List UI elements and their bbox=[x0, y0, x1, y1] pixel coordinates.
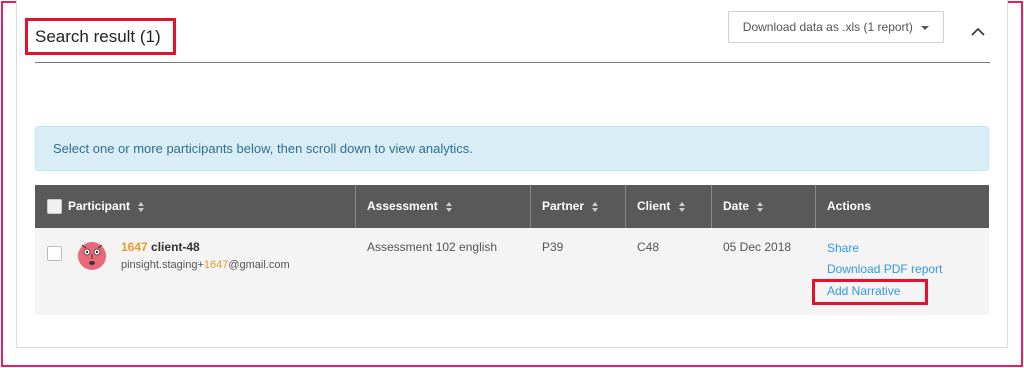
sort-icon[interactable] bbox=[445, 201, 453, 213]
column-label-participant: Participant bbox=[68, 199, 131, 213]
select-all-checkbox[interactable] bbox=[47, 199, 62, 214]
row-checkbox[interactable] bbox=[47, 246, 62, 261]
table-header: Participant Assessment Partner Client Da… bbox=[35, 185, 989, 228]
participant-email: pinsight.staging+1647@gmail.com bbox=[121, 259, 290, 271]
table-row: 1647 client-48 pinsight.staging+1647@gma… bbox=[35, 228, 989, 315]
sort-icon[interactable] bbox=[756, 201, 764, 213]
share-link[interactable]: Share bbox=[827, 241, 859, 255]
email-id: 1647 bbox=[203, 259, 229, 271]
download-xls-button[interactable]: Download data as .xls (1 report) bbox=[728, 11, 944, 43]
column-header-client[interactable]: Client bbox=[626, 185, 712, 228]
add-narrative-link[interactable]: Add Narrative bbox=[827, 284, 900, 298]
download-xls-label: Download data as .xls (1 report) bbox=[742, 20, 913, 34]
sort-icon[interactable] bbox=[137, 201, 145, 213]
column-header-participant[interactable]: Participant bbox=[35, 185, 356, 228]
email-prefix: pinsight.staging+ bbox=[121, 259, 204, 271]
participants-table: Participant Assessment Partner Client Da… bbox=[35, 185, 989, 315]
column-header-partner[interactable]: Partner bbox=[531, 185, 626, 228]
column-header-date[interactable]: Date bbox=[712, 185, 816, 228]
participant-name: 1647 client-48 bbox=[121, 240, 200, 254]
column-label-partner: Partner bbox=[542, 199, 585, 213]
column-header-assessment[interactable]: Assessment bbox=[356, 185, 531, 228]
header-divider bbox=[35, 62, 990, 63]
column-label-actions: Actions bbox=[827, 199, 872, 213]
avatar bbox=[78, 242, 106, 270]
info-alert-text: Select one or more participants below, t… bbox=[53, 141, 473, 156]
sort-icon[interactable] bbox=[678, 201, 686, 213]
cell-date: 05 Dec 2018 bbox=[723, 240, 792, 254]
sort-icon[interactable] bbox=[591, 201, 599, 213]
email-suffix: @gmail.com bbox=[228, 259, 290, 271]
download-pdf-report-link[interactable]: Download PDF report bbox=[827, 262, 942, 276]
page-title: Search result (1) bbox=[25, 18, 176, 55]
cell-client: C48 bbox=[637, 240, 660, 254]
participant-client: client-48 bbox=[151, 240, 200, 254]
cell-partner: P39 bbox=[542, 240, 564, 254]
info-alert: Select one or more participants below, t… bbox=[35, 126, 989, 171]
column-label-date: Date bbox=[723, 199, 750, 213]
caret-down-icon bbox=[921, 25, 930, 30]
column-label-client: Client bbox=[637, 199, 671, 213]
cell-assessment: Assessment 102 english bbox=[367, 240, 498, 254]
chevron-up-icon[interactable] bbox=[968, 24, 988, 40]
column-header-actions: Actions bbox=[816, 185, 989, 228]
participant-id: 1647 bbox=[121, 240, 148, 254]
column-label-assessment: Assessment bbox=[367, 199, 438, 213]
